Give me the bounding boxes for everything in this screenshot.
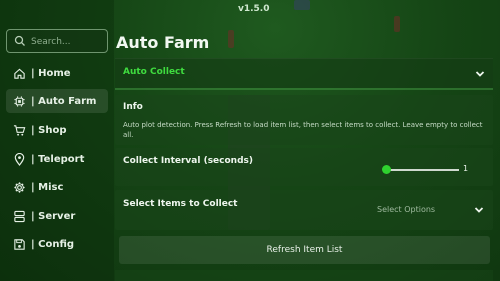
gear-icon — [14, 181, 25, 193]
search-input[interactable] — [29, 33, 109, 51]
sidebar-item-misc[interactable]: | Misc — [6, 175, 108, 199]
sidebar-item-config[interactable]: | Config — [6, 232, 108, 256]
page-title: Auto Farm — [116, 33, 210, 52]
sidebar-item-label: | Config — [31, 238, 75, 250]
sidebar-item-home[interactable]: | Home — [6, 61, 108, 85]
select-items-label: Select Items to Collect — [123, 199, 238, 209]
refresh-item-list-button[interactable]: Refresh Item List — [119, 236, 490, 264]
sidebar-item-label: | Misc — [31, 181, 64, 193]
sidebar-item-server[interactable]: | Server — [6, 204, 108, 228]
map-pin-icon — [14, 152, 25, 166]
section-divider — [115, 88, 493, 90]
chevron-down-icon — [475, 71, 485, 77]
background-object — [294, 0, 310, 10]
version-label: v1.5.0 — [238, 4, 270, 14]
sidebar-item-auto-farm[interactable]: | Auto Farm — [6, 89, 108, 113]
sidebar-item-label: | Server — [31, 210, 76, 222]
sidebar-item-label: | Home — [31, 67, 71, 79]
home-icon — [14, 68, 25, 79]
interval-value: 1 — [463, 164, 469, 173]
interval-slider-knob[interactable] — [382, 165, 391, 174]
search-icon — [14, 35, 25, 46]
info-title: Info — [123, 102, 143, 112]
cart-icon — [13, 124, 26, 136]
save-icon — [14, 238, 25, 250]
background-tree — [228, 30, 234, 48]
background-tree — [394, 16, 400, 32]
auto-collect-section-toggle[interactable]: Auto Collect — [115, 58, 493, 88]
section-label: Auto Collect — [123, 67, 185, 77]
sidebar-item-teleport[interactable]: | Teleport — [6, 147, 108, 171]
select-options-placeholder[interactable]: Select Options — [377, 205, 435, 214]
server-icon — [14, 210, 25, 222]
sidebar: | Home | Auto Farm | Shop | Teleport | — [0, 0, 114, 281]
interval-slider-track[interactable] — [387, 169, 459, 171]
sidebar-item-shop[interactable]: | Shop — [6, 118, 108, 142]
sidebar-item-label: | Auto Farm — [31, 95, 97, 107]
chevron-down-icon[interactable] — [473, 204, 485, 216]
chip-icon — [14, 95, 25, 107]
info-description: Auto plot detection. Press Refresh to lo… — [123, 121, 483, 139]
sidebar-item-label: | Shop — [31, 124, 67, 136]
next-row-partial — [115, 270, 493, 281]
collect-interval-row: Collect Interval (seconds) 1 — [115, 148, 493, 186]
sidebar-item-label: | Teleport — [31, 153, 85, 165]
collect-interval-label: Collect Interval (seconds) — [123, 156, 254, 166]
select-items-row[interactable]: Select Items to Collect Select Options — [115, 190, 493, 230]
info-card: Info Auto plot detection. Press Refresh … — [115, 95, 493, 145]
search-box[interactable] — [6, 29, 109, 53]
